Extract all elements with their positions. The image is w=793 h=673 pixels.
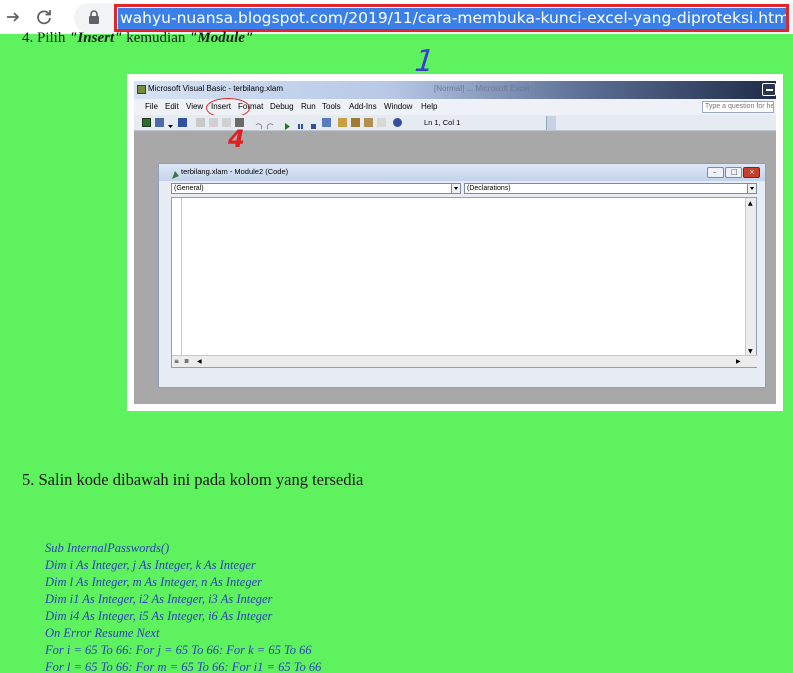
- cursor-position: Ln 1, Col 1: [424, 118, 461, 127]
- url-highlight-box[interactable]: wahyu-nuansa.blogspot.com/2019/11/cara-m…: [114, 4, 789, 32]
- undo-icon[interactable]: [254, 118, 263, 130]
- properties-icon[interactable]: [351, 118, 360, 127]
- vbe-window: Microsoft Visual Basic - terbilang.xlam …: [134, 81, 776, 404]
- project-explorer-icon[interactable]: [338, 118, 347, 127]
- forward-arrow-icon[interactable]: [0, 4, 26, 30]
- save-icon[interactable]: [178, 118, 187, 127]
- design-mode-icon[interactable]: [322, 118, 331, 127]
- vbe-titlebar: Microsoft Visual Basic - terbilang.xlam …: [134, 81, 776, 99]
- horizontal-scrollbar[interactable]: ≡ ≣ ◀ ▶: [172, 355, 758, 367]
- help-icon[interactable]: [393, 118, 402, 127]
- menu-help[interactable]: Help: [421, 102, 437, 111]
- menu-file[interactable]: File: [145, 102, 158, 111]
- chevron-down-icon[interactable]: [747, 184, 756, 193]
- menu-window[interactable]: Window: [384, 102, 412, 111]
- break-icon[interactable]: [296, 118, 305, 129]
- vbe-app-icon: [137, 85, 146, 94]
- code-window: terbilang.xlam - Module2 (Code) – □ × (G…: [158, 163, 766, 388]
- toolbar-grip[interactable]: [546, 116, 556, 130]
- step4-text: 4. Pilih "Insert" kemudian "Module": [22, 30, 254, 46]
- toolbox-icon[interactable]: [377, 118, 386, 127]
- cut-icon[interactable]: [196, 118, 205, 127]
- code-window-title: terbilang.xlam - Module2 (Code): [181, 167, 289, 176]
- menu-edit[interactable]: Edit: [165, 102, 179, 111]
- procedure-view-icon[interactable]: ≡: [174, 358, 179, 365]
- vbe-title: Microsoft Visual Basic - terbilang.xlam: [148, 84, 284, 93]
- browser-toolbar: wahyu-nuansa.blogspot.com/2019/11/cara-m…: [0, 0, 793, 34]
- menu-addins[interactable]: Add-Ins: [349, 102, 377, 111]
- object-combo[interactable]: (General): [171, 183, 461, 194]
- code-editor[interactable]: ▲ ▼ ≡ ≣ ◀ ▶: [171, 197, 758, 368]
- menu-tools[interactable]: Tools: [322, 102, 341, 111]
- menu-run[interactable]: Run: [301, 102, 316, 111]
- module-view-icon[interactable]: ≣: [184, 358, 189, 365]
- object-browser-icon[interactable]: [364, 118, 373, 127]
- chevron-down-icon[interactable]: [451, 184, 460, 193]
- scroll-right-icon[interactable]: ▶: [736, 358, 741, 365]
- vertical-scrollbar[interactable]: ▲ ▼: [745, 198, 756, 367]
- run-icon[interactable]: [283, 118, 292, 130]
- scroll-down-icon[interactable]: ▼: [748, 348, 753, 355]
- minimize-icon[interactable]: [762, 83, 776, 96]
- code-line: Dim i As Integer, j As Integer, k As Int…: [45, 558, 256, 572]
- lock-icon[interactable]: [88, 10, 100, 24]
- reload-icon[interactable]: [31, 4, 57, 30]
- menu-view[interactable]: View: [186, 102, 203, 111]
- redo-icon[interactable]: [266, 118, 275, 130]
- insert-userform-icon[interactable]: [155, 118, 164, 127]
- code-line: Dim i1 As Integer, i2 As Integer, i3 As …: [45, 592, 273, 606]
- close-button[interactable]: ×: [743, 167, 760, 178]
- scroll-up-icon[interactable]: ▲: [748, 200, 753, 207]
- code-line: For i = 65 To 66: For j = 65 To 66: For …: [45, 643, 312, 657]
- code-window-titlebar: terbilang.xlam - Module2 (Code) – □ ×: [159, 164, 765, 181]
- code-gutter: [172, 198, 182, 367]
- excel-icon[interactable]: [142, 118, 151, 127]
- minimize-button[interactable]: –: [707, 167, 724, 178]
- url-text[interactable]: wahyu-nuansa.blogspot.com/2019/11/cara-m…: [118, 8, 786, 29]
- dropdown-arrow-icon[interactable]: [168, 118, 173, 128]
- module-icon: [171, 167, 180, 179]
- code-line: For l = 65 To 66: For m = 65 To 66: For …: [45, 660, 322, 673]
- copy-icon[interactable]: [209, 118, 218, 127]
- reset-icon[interactable]: [309, 118, 318, 129]
- code-line: Dim l As Integer, m As Integer, n As Int…: [45, 575, 262, 589]
- vba-code-listing: Sub InternalPasswords() Dim i As Integer…: [45, 540, 321, 673]
- step5-text: 5. Salin kode dibawah ini pada kolom yan…: [22, 470, 364, 489]
- vbe-screenshot-figure: Microsoft Visual Basic - terbilang.xlam …: [127, 74, 783, 411]
- scroll-left-icon[interactable]: ◀: [197, 358, 202, 365]
- menu-debug[interactable]: Debug: [270, 102, 294, 111]
- procedure-combo[interactable]: (Declarations): [464, 183, 757, 194]
- vbe-title-ghost: [Normal] ... Microsoft Excel: [434, 84, 530, 93]
- code-line: On Error Resume Next: [45, 626, 160, 640]
- code-line: Dim i4 As Integer, i5 As Integer, i6 As …: [45, 609, 273, 623]
- code-line: Sub InternalPasswords(): [45, 541, 170, 555]
- help-search-input[interactable]: Type a question for help: [702, 101, 774, 113]
- annotation-number-4: 4: [228, 125, 245, 153]
- maximize-button[interactable]: □: [725, 167, 742, 178]
